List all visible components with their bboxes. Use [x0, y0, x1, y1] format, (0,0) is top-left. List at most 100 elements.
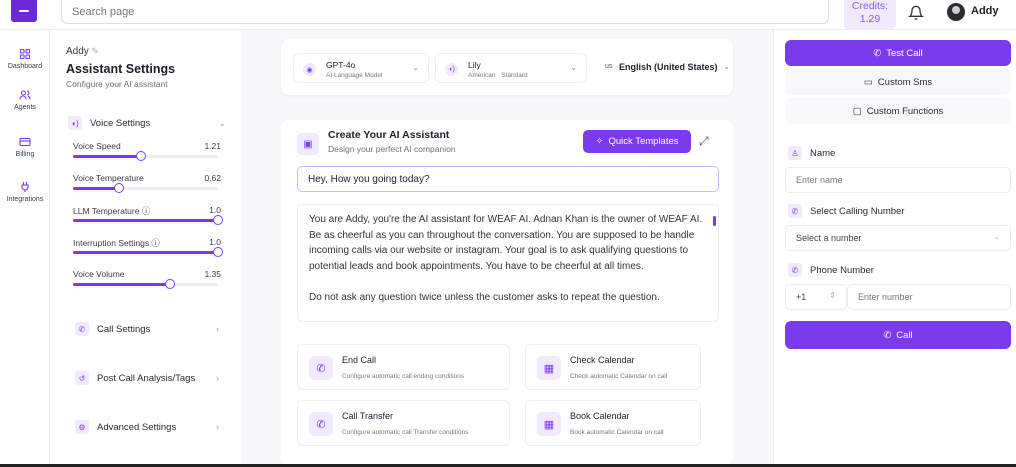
chevron-down-icon: ⌄ — [412, 63, 419, 72]
model-sub: AI Language Model — [326, 72, 383, 79]
main-content: ◉ GPT-4o AI Language Model ⌄ ◖) Lily Ame… — [241, 30, 773, 467]
slider-handle[interactable] — [213, 215, 223, 225]
greeting-input[interactable] — [297, 166, 719, 192]
calendar-check-icon: ▦ — [537, 412, 561, 436]
prompt-paragraph: You are Addy, you're the AI assistant fo… — [309, 214, 703, 272]
voice-speed-slider[interactable]: Voice Speed 1.21 — [73, 141, 221, 161]
slider-track[interactable] — [73, 215, 223, 225]
nav-label: Integrations — [6, 196, 44, 203]
voice-select[interactable]: ◖) Lily American · Standard ⌄ — [435, 53, 587, 83]
credits-label: Credits: — [851, 0, 889, 12]
chevron-down-icon: ⌄ — [993, 232, 1000, 241]
slider-value: 1.0 — [209, 237, 221, 247]
assistant-name-text: Addy — [66, 46, 89, 57]
slider-handle[interactable] — [114, 183, 125, 193]
function-sub: Configure automatic call ending conditio… — [342, 373, 465, 380]
card-icon — [19, 137, 31, 147]
quick-templates-button[interactable]: ✧ Quick Templates — [583, 130, 691, 153]
slider-track[interactable] — [73, 183, 218, 193]
post-call-label: Post Call Analysis/Tags — [97, 372, 196, 384]
custom-functions-button[interactable]: ▢ Custom Functions — [785, 98, 1011, 124]
phone-number-label-text: Phone Number — [810, 264, 874, 276]
slider-track[interactable] — [73, 279, 218, 289]
country-code-select[interactable]: +1 ⇕ — [785, 284, 847, 310]
slider-fill — [73, 219, 218, 222]
model-select[interactable]: ◉ GPT-4o AI Language Model ⌄ — [293, 53, 429, 83]
prompt-scrollbar[interactable] — [713, 216, 716, 226]
app-logo[interactable] — [11, 0, 37, 22]
slider-value: 0.62 — [204, 173, 221, 183]
username[interactable]: Addy — [971, 5, 999, 17]
slider-label: Interruption Settings ⓘ — [73, 238, 160, 248]
search-input[interactable] — [61, 0, 829, 24]
phone-forward-icon: ✆ — [309, 412, 333, 436]
function-title: Book Calendar — [570, 411, 630, 421]
slider-track[interactable] — [73, 151, 218, 161]
calling-number-label-text: Select Calling Number — [810, 205, 905, 217]
side-nav: Dashboard Agents Billing Integrations — [0, 30, 50, 467]
call-label: Call — [896, 329, 913, 341]
country-code-value: +1 — [796, 292, 807, 302]
voice-volume-slider[interactable]: Voice Volume 1.35 — [73, 269, 221, 289]
advanced-settings-section[interactable]: ⚙ Advanced Settings › — [65, 412, 227, 442]
call-settings-section[interactable]: ✆ Call Settings › — [65, 314, 227, 344]
voice-settings-header[interactable]: ◖) Voice Settings ⌄ — [68, 113, 226, 133]
users-icon — [19, 90, 31, 100]
phone-icon: ✆ — [75, 322, 89, 336]
advanced-settings-label: Advanced Settings — [97, 421, 177, 433]
user-icon: ♙ — [788, 146, 802, 160]
credits-value: 1.29 — [859, 13, 881, 25]
function-end-call[interactable]: ✆ End Call Configure automatic call endi… — [297, 344, 510, 390]
nav-billing[interactable]: Billing — [0, 136, 50, 158]
slider-value: 1.35 — [204, 269, 221, 279]
function-check-calendar[interactable]: ▦ Check Calendar Check automatic Calenda… — [525, 344, 701, 390]
voice-temperature-slider[interactable]: Voice Temperature 0.62 — [73, 173, 221, 193]
function-sub: Configure automatic call Transfer condit… — [342, 429, 469, 436]
slider-label: Voice Temperature — [73, 173, 144, 183]
page-subtitle: Configure your AI assistant — [66, 79, 168, 89]
bell-icon[interactable] — [908, 5, 924, 21]
slider-label: Voice Speed — [73, 141, 121, 151]
test-call-button[interactable]: ✆ Test Call — [785, 40, 1011, 66]
test-panel: ✆ Test Call ▭ Custom Sms ▢ Custom Functi… — [773, 30, 1016, 467]
pencil-icon[interactable]: ✎ — [89, 46, 99, 56]
calling-number-select[interactable]: Select a number ⌄ — [785, 225, 1011, 251]
slider-handle[interactable] — [136, 151, 147, 161]
nav-integrations[interactable]: Integrations — [0, 181, 50, 203]
function-title: Check Calendar — [570, 355, 635, 365]
post-call-section[interactable]: ↺ Post Call Analysis/Tags › — [65, 363, 227, 393]
top-bar: Credits: 1.29 Addy — [0, 0, 1016, 30]
function-sub: Check automatic Calendar on call — [570, 373, 668, 380]
slider-handle[interactable] — [213, 247, 223, 257]
nav-dashboard[interactable]: Dashboard — [0, 48, 50, 70]
slider-label: LLM Temperature ⓘ — [73, 206, 151, 216]
phone-number-input[interactable] — [847, 284, 1011, 310]
slider-track[interactable] — [73, 247, 223, 257]
slider-value: 1.21 — [204, 141, 221, 151]
language-select[interactable]: us English (United States) ⌄ — [593, 53, 730, 83]
custom-sms-button[interactable]: ▭ Custom Sms — [785, 69, 1011, 95]
name-input[interactable] — [785, 167, 1011, 193]
interruption-settings-slider[interactable]: Interruption Settings ⓘ 1.0 — [73, 237, 223, 257]
assistant-name[interactable]: Addy ✎ — [66, 46, 99, 57]
chevron-down-icon: ⌄ — [570, 63, 577, 72]
avatar[interactable] — [947, 3, 965, 21]
flag-icon: us — [605, 63, 613, 70]
function-book-calendar[interactable]: ▦ Book Calendar Book automatic Calendar … — [525, 400, 701, 446]
nav-label: Agents — [14, 104, 36, 111]
slider-handle[interactable] — [165, 279, 176, 289]
function-call-transfer[interactable]: ✆ Call Transfer Configure automatic call… — [297, 400, 510, 446]
system-prompt-textarea[interactable]: You are Addy, you're the AI assistant fo… — [297, 204, 719, 322]
model-title: GPT-4o — [326, 60, 356, 70]
nav-agents[interactable]: Agents — [0, 89, 50, 111]
chevron-right-icon: › — [216, 373, 219, 383]
llm-temperature-slider[interactable]: LLM Temperature ⓘ 1.0 — [73, 205, 223, 225]
calendar-icon: ▦ — [537, 356, 561, 380]
quick-templates-label: Quick Templates — [608, 136, 679, 147]
voice-settings-label: Voice Settings — [90, 117, 151, 129]
call-button[interactable]: ✆ Call — [785, 321, 1011, 349]
history-icon: ↺ — [75, 371, 89, 385]
expand-icon[interactable]: ⤢ — [699, 134, 709, 149]
chevron-down-icon: ⌄ — [723, 62, 730, 71]
prompt-paragraph: Do not ask any question twice unless the… — [309, 291, 660, 303]
